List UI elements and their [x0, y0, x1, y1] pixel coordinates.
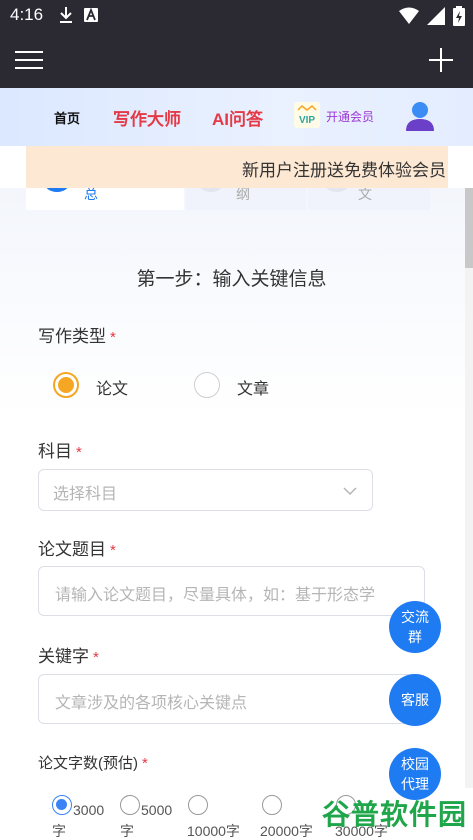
status-bar: 4:16	[0, 0, 473, 32]
step-title: 第一步：输入关键信息	[136, 269, 327, 290]
nav-home[interactable]: 首页	[54, 108, 80, 127]
word-count-10000-label[interactable]: 10000字	[187, 821, 240, 840]
a-icon	[84, 8, 98, 22]
step-tab-2[interactable]: 纲	[186, 188, 306, 210]
top-nav: 首页 写作大师 AI问答 VIP 开通会员	[0, 88, 473, 146]
avatar[interactable]	[404, 100, 436, 132]
subject-select[interactable]: 选择科目	[38, 469, 373, 511]
step-tab-3[interactable]: 文	[308, 188, 430, 210]
word-count-label: 论文字数(预估) *	[38, 755, 148, 772]
chat-group-button[interactable]: 交流群	[389, 601, 441, 653]
scrollbar[interactable]	[465, 188, 473, 788]
nav-ai-qa[interactable]: AI问答	[212, 105, 263, 130]
notice-text: 新用户注册送免费体验会员	[242, 161, 446, 180]
step-tab-3-label: 文	[358, 188, 372, 203]
step-1-indicator	[46, 188, 68, 192]
wifi-icon	[399, 7, 419, 24]
subject-label: 科目 *	[38, 442, 82, 461]
word-count-5000-label[interactable]: 5000	[141, 800, 172, 820]
word-count-3000-unit: 字	[52, 823, 66, 839]
keywords-input[interactable]: 文章涉及的各项核心关键点	[38, 674, 425, 724]
keywords-placeholder: 文章涉及的各项核心关键点	[55, 695, 248, 712]
step-tab-2-label: 纲	[236, 188, 250, 203]
word-count-20000-label[interactable]: 20000字	[260, 821, 313, 840]
required-mark: *	[110, 542, 116, 559]
radio-article[interactable]	[194, 372, 220, 398]
signal-icon	[427, 7, 445, 25]
status-time: 4:16	[10, 5, 44, 24]
writing-type-label: 写作类型 *	[38, 327, 116, 346]
word-count-3000-radio[interactable]	[52, 795, 72, 815]
menu-icon[interactable]	[15, 48, 43, 72]
word-count-10000-radio[interactable]	[188, 795, 208, 815]
required-mark: *	[93, 649, 99, 666]
word-count-5000-unit: 字	[120, 823, 134, 839]
app-bar	[0, 32, 473, 88]
keywords-label: 关键字 *	[38, 647, 99, 666]
vip-badge-text: VIP	[299, 115, 315, 126]
nav-open-vip[interactable]: 开通会员	[326, 108, 374, 125]
main-content: 总 纲 文 第一步：输入关键信息 写作类型* 论文 文章 科目* 选择科目	[0, 188, 473, 840]
customer-service-button[interactable]: 客服	[389, 674, 441, 726]
required-mark: *	[110, 329, 116, 346]
watermark-text: 谷普软件园	[322, 799, 468, 830]
radio-paper-label[interactable]: 论文	[96, 375, 128, 399]
download-icon	[60, 7, 72, 23]
notice-banner: 新用户注册送免费体验会员	[26, 146, 448, 188]
step-tab-1-label: 总	[84, 188, 98, 203]
paper-title-input[interactable]: 请输入论文题目，尽量具体，如：基于形态学	[38, 566, 425, 616]
step-3-indicator	[326, 188, 348, 192]
scroll-thumb[interactable]	[465, 188, 473, 268]
battery-icon	[453, 6, 465, 26]
step-tab-1[interactable]: 总	[26, 188, 184, 210]
step-2-indicator	[200, 188, 222, 192]
plus-icon[interactable]	[429, 48, 453, 72]
nav-writing-master[interactable]: 写作大师	[113, 105, 181, 130]
word-count-3000-label[interactable]: 3000	[73, 800, 104, 820]
required-mark: *	[76, 444, 82, 461]
watermark-logo: 谷普软件园	[322, 793, 467, 833]
required-mark: *	[142, 755, 148, 772]
vip-crown-icon[interactable]: VIP	[294, 102, 320, 128]
chevron-down-icon	[343, 487, 357, 496]
subject-placeholder: 选择科目	[53, 486, 118, 503]
word-count-5000-radio[interactable]	[120, 795, 140, 815]
paper-title-placeholder: 请输入论文题目，尽量具体，如：基于形态学	[55, 587, 376, 604]
radio-article-label[interactable]: 文章	[237, 375, 269, 399]
step-tabs: 总 纲 文	[0, 188, 473, 210]
paper-title-label: 论文题目 *	[38, 540, 116, 559]
radio-paper[interactable]	[53, 372, 79, 398]
word-count-20000-radio[interactable]	[262, 795, 282, 815]
